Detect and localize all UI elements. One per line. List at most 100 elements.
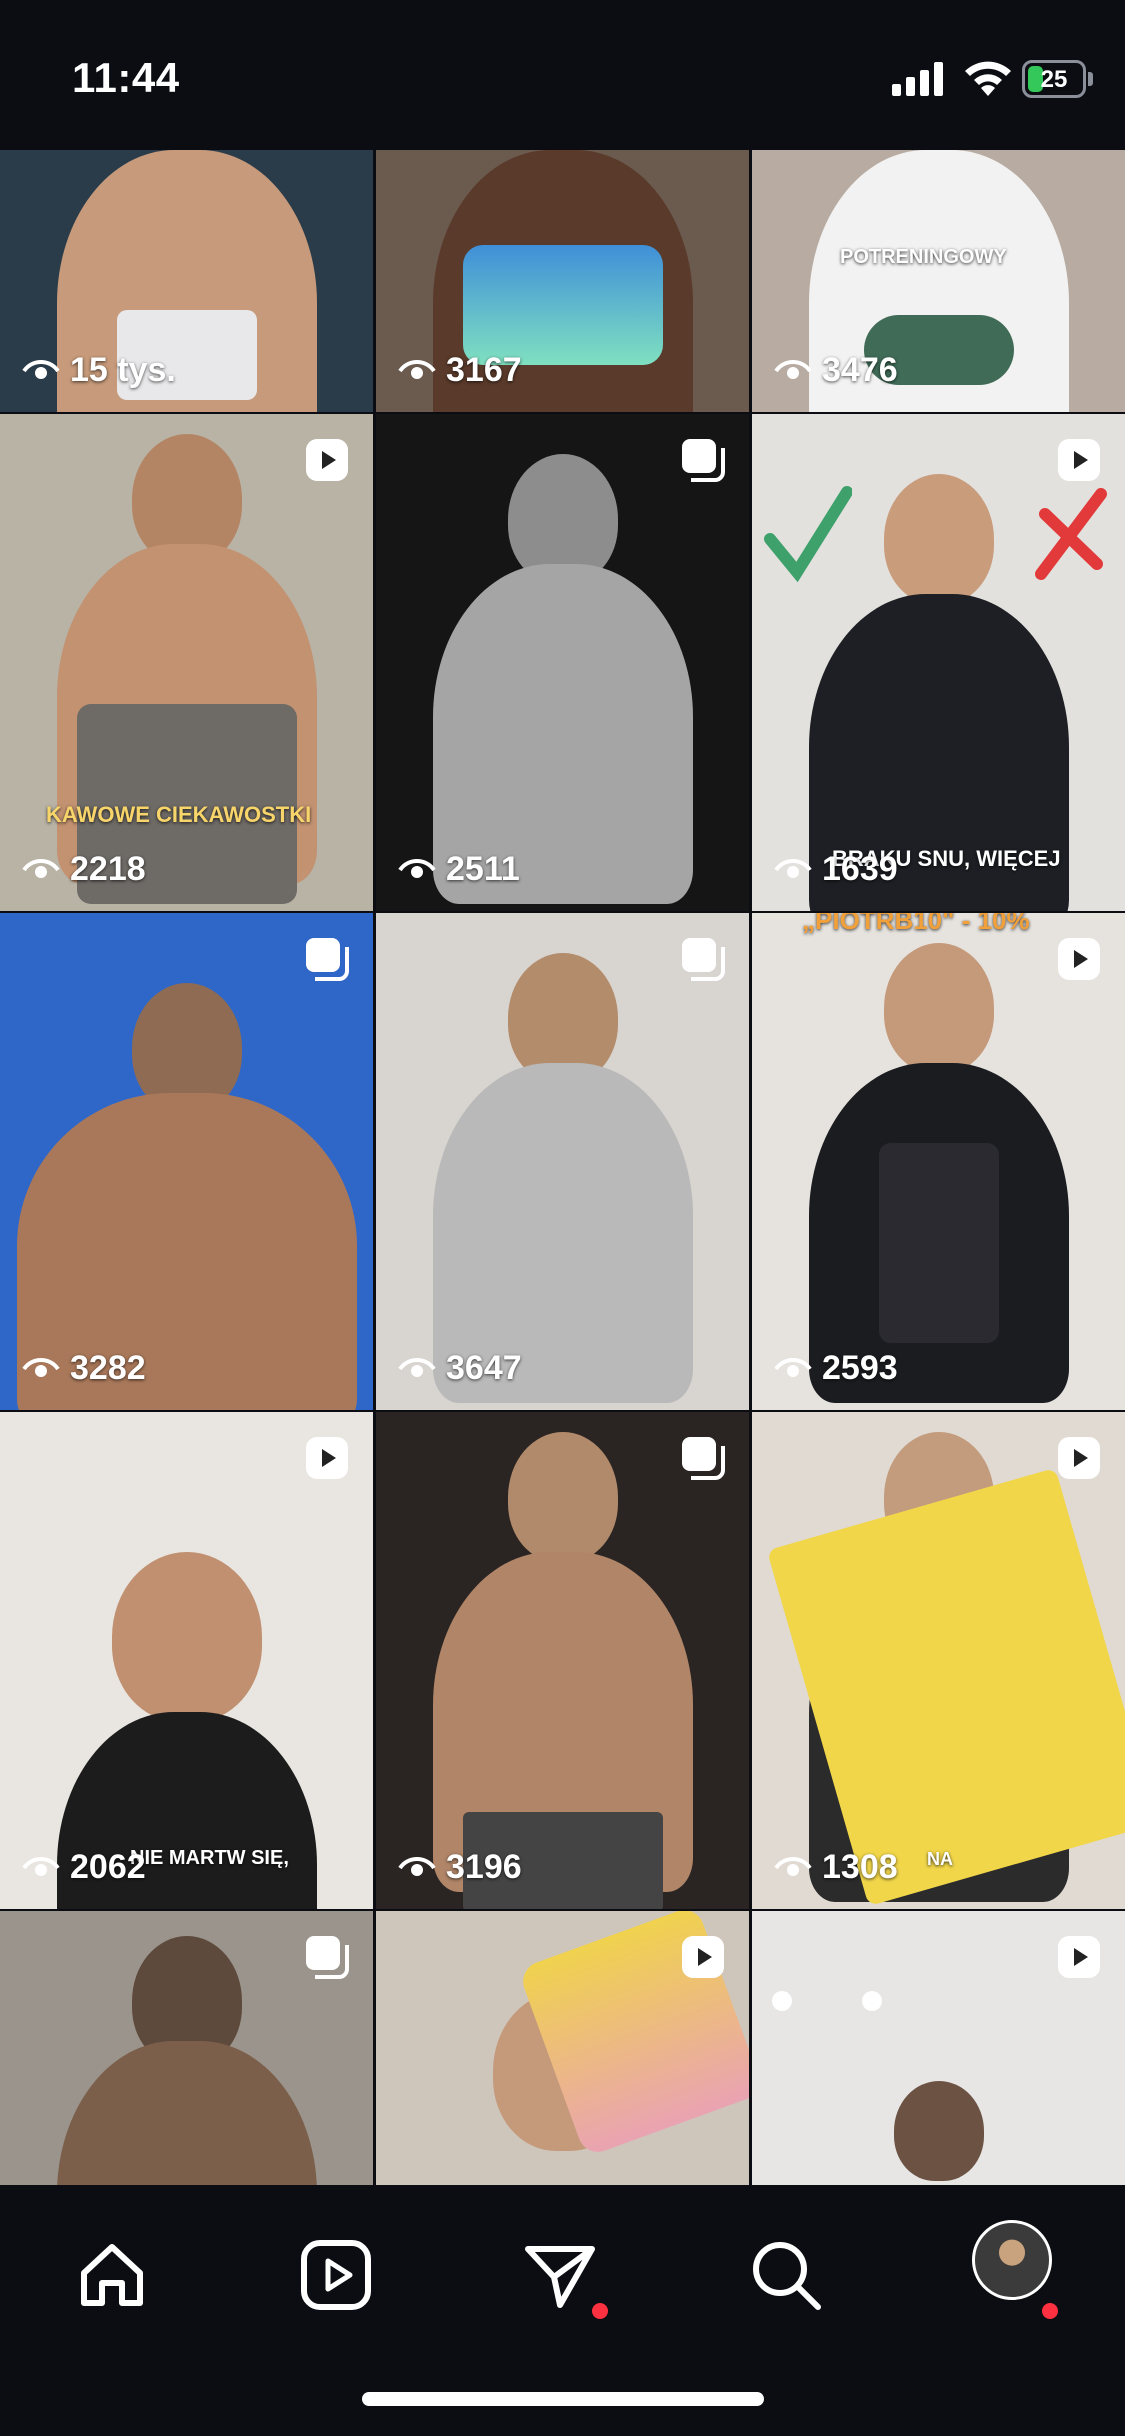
view-count-label: 15 tys. <box>70 351 176 389</box>
reels-icon <box>301 2240 371 2310</box>
eye-icon <box>398 858 436 878</box>
view-count-label: 3167 <box>446 351 522 389</box>
post-caption-overlay: POTRENINGOWY <box>840 246 1007 268</box>
wifi-icon <box>965 61 1011 96</box>
view-count-label: 1308 <box>822 1848 898 1886</box>
checkmark-icon <box>764 486 852 583</box>
post-tile[interactable]: 3282 <box>0 913 373 1410</box>
view-count: 3282 <box>22 1349 146 1388</box>
post-tile[interactable]: BRAKU SNU, WIĘCEJ 1639 <box>752 414 1125 911</box>
ceiling-light <box>862 1991 882 2011</box>
carousel-icon <box>306 1936 349 1979</box>
post-caption-overlay: „PIOTRB10" - 10% <box>802 913 1030 935</box>
carousel-icon <box>682 1437 725 1480</box>
reels-tab[interactable] <box>296 2235 376 2315</box>
post-thumbnail <box>883 474 994 604</box>
view-count-label: 2511 <box>446 850 520 888</box>
post-thumbnail <box>883 943 994 1073</box>
view-count: 1639 <box>774 850 898 889</box>
reel-icon <box>1058 1936 1100 1978</box>
post-caption-overlay: NA <box>927 1849 953 1869</box>
view-count-label: 1639 <box>822 850 898 888</box>
post-tile[interactable] <box>376 1911 749 2185</box>
post-tile[interactable]: 15 tys. <box>0 150 373 412</box>
eye-icon <box>774 1856 812 1876</box>
battery-indicator: 25 <box>1022 60 1086 98</box>
post-tile[interactable]: KAWOWE CIEKAWOSTKI 2218 <box>0 414 373 911</box>
home-icon <box>81 2244 143 2306</box>
post-thumbnail-body <box>56 2041 317 2185</box>
eye-icon <box>22 1856 60 1876</box>
view-count: 3167 <box>398 351 522 390</box>
view-count-label: 2062 <box>70 1848 146 1886</box>
post-caption-overlay: NIE MARTW SIĘ, <box>130 1847 289 1869</box>
view-count-label: 2593 <box>822 1349 898 1387</box>
post-tile[interactable]: NA 1308 <box>752 1412 1125 1909</box>
carousel-icon <box>306 938 349 981</box>
eye-icon <box>398 1357 436 1377</box>
direct-messages-tab[interactable] <box>520 2235 600 2315</box>
view-count: 2062 <box>22 1848 146 1887</box>
home-tab[interactable] <box>72 2235 152 2315</box>
eye-icon <box>774 1357 812 1377</box>
view-count: 2511 <box>398 850 520 889</box>
view-count-label: 3196 <box>446 1848 522 1886</box>
status-bar: 11:44 25 <box>0 0 1125 150</box>
post-tile[interactable]: 2511 <box>376 414 749 911</box>
cellular-signal-icon <box>892 62 943 96</box>
post-tile[interactable]: „PIOTRB10" - 10% 2593 <box>752 913 1125 1410</box>
cross-icon <box>1035 488 1107 580</box>
view-count-label: 2218 <box>70 850 146 888</box>
post-tile[interactable]: 3167 <box>376 150 749 412</box>
eye-icon <box>774 359 812 379</box>
view-count: 15 tys. <box>22 351 176 390</box>
post-tile[interactable]: 3196 <box>376 1412 749 1909</box>
battery-percentage: 25 <box>1040 66 1068 93</box>
posts-grid: 15 tys. 3167 POTRENINGOWY 3476 KAWOWE CI… <box>0 150 1125 2185</box>
battery-cap <box>1088 72 1093 86</box>
view-count-label: 3476 <box>822 351 898 389</box>
reel-icon <box>1058 938 1100 980</box>
status-time: 11:44 <box>72 54 180 101</box>
home-indicator <box>362 2392 764 2406</box>
post-tile[interactable]: POTRENINGOWY 3476 <box>752 150 1125 412</box>
notification-dot <box>592 2303 608 2319</box>
view-count: 3647 <box>398 1349 522 1388</box>
post-tile[interactable]: NIE MARTW SIĘ, 2062 <box>0 1412 373 1909</box>
post-thumbnail <box>893 2081 984 2181</box>
carousel-icon <box>682 938 725 981</box>
post-thumbnail <box>507 1432 618 1562</box>
search-icon <box>753 2242 821 2310</box>
view-count: 3196 <box>398 1848 522 1887</box>
view-count: 2593 <box>774 1349 898 1388</box>
search-tab[interactable] <box>746 2235 826 2315</box>
post-thumbnail-detail <box>462 245 663 365</box>
eye-icon <box>22 1357 60 1377</box>
post-thumbnail-detail <box>878 1143 999 1343</box>
post-tile[interactable] <box>0 1911 373 2185</box>
view-count-label: 3282 <box>70 1349 146 1387</box>
carousel-icon <box>682 439 725 482</box>
reel-icon <box>1058 1437 1100 1479</box>
direct-icon <box>525 2246 595 2308</box>
reel-icon <box>306 439 348 481</box>
eye-icon <box>398 1856 436 1876</box>
reel-icon <box>682 1936 724 1978</box>
post-caption-overlay: KAWOWE CIEKAWOSTKI <box>46 802 312 827</box>
post-thumbnail <box>111 1552 262 1722</box>
view-count: 1308 <box>774 1848 898 1887</box>
ceiling-light <box>772 1991 792 2011</box>
notification-dot <box>1042 2303 1058 2319</box>
view-count-label: 3647 <box>446 1349 522 1387</box>
eye-icon <box>22 359 60 379</box>
eye-icon <box>398 359 436 379</box>
profile-avatar[interactable] <box>972 2220 1052 2300</box>
eye-icon <box>22 858 60 878</box>
post-tile[interactable]: 3647 <box>376 913 749 1410</box>
view-count: 2218 <box>22 850 146 889</box>
post-tile[interactable] <box>752 1911 1125 2185</box>
view-count: 3476 <box>774 351 898 390</box>
reel-icon <box>1058 439 1100 481</box>
reel-icon <box>306 1437 348 1479</box>
eye-icon <box>774 858 812 878</box>
